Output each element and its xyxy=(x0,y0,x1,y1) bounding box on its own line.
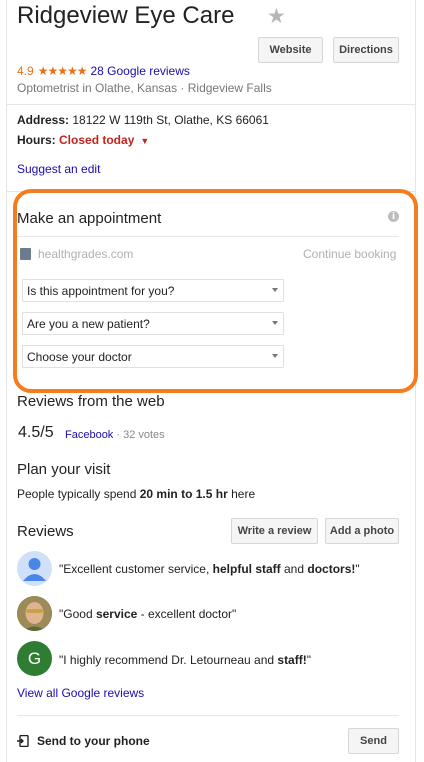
rating-stars-icon: ★★★★★ xyxy=(37,64,88,78)
address-label: Address: xyxy=(17,113,70,127)
rating-line: 4.9 ★★★★★ 28 Google reviews xyxy=(17,64,190,78)
web-reviews-heading: Reviews from the web xyxy=(17,393,165,410)
send-button[interactable]: Send xyxy=(348,728,399,754)
send-to-device-icon xyxy=(17,735,29,747)
caret-down-icon[interactable]: ▼ xyxy=(140,136,149,146)
web-review-score: 4.5/5 xyxy=(18,424,54,441)
business-category: Optometrist in Olathe, Kansas · Ridgevie… xyxy=(17,81,272,95)
hours-status[interactable]: Closed today xyxy=(59,133,134,147)
reviews-heading: Reviews xyxy=(17,523,74,540)
vote-count: · 32 votes xyxy=(113,429,165,441)
add-photo-button[interactable]: Add a photo xyxy=(325,518,399,544)
hours-label: Hours: xyxy=(17,133,56,147)
plan-visit-heading: Plan your visit xyxy=(17,461,111,478)
send-to-phone[interactable]: Send to your phone xyxy=(17,734,150,748)
web-review-source: Facebook · 32 votes xyxy=(65,429,165,441)
highlight-annotation xyxy=(13,189,418,393)
avatar xyxy=(17,596,52,631)
star-icon[interactable]: ★ xyxy=(267,4,286,29)
rating-value: 4.9 xyxy=(17,64,34,78)
avatar: G xyxy=(17,641,52,676)
view-all-reviews-link[interactable]: View all Google reviews xyxy=(17,686,144,700)
directions-button[interactable]: Directions xyxy=(333,37,399,63)
hours-line: Hours: Closed today ▼ xyxy=(17,133,149,147)
website-button[interactable]: Website xyxy=(258,37,323,63)
review-snippet: "Good service - excellent doctor" xyxy=(59,607,237,621)
avatar xyxy=(17,551,52,586)
user-photo-icon xyxy=(17,596,52,631)
divider xyxy=(17,715,399,716)
typical-time-spent: People typically spend 20 min to 1.5 hr … xyxy=(17,487,256,501)
write-review-button[interactable]: Write a review xyxy=(231,518,318,544)
review-snippet: "I highly recommend Dr. Letourneau and s… xyxy=(59,653,311,667)
review-snippet: "Excellent customer service, helpful sta… xyxy=(59,562,360,576)
business-title: Ridgeview Eye Care xyxy=(17,2,235,29)
divider xyxy=(6,104,416,105)
address-value[interactable]: 18122 W 119th St, Olathe, KS 66061 xyxy=(72,113,269,127)
facebook-link[interactable]: Facebook xyxy=(65,429,113,441)
google-reviews-link[interactable]: 28 Google reviews xyxy=(90,64,189,78)
address-line: Address: 18122 W 119th St, Olathe, KS 66… xyxy=(17,113,269,127)
send-to-phone-label: Send to your phone xyxy=(37,734,150,748)
suggest-edit-link[interactable]: Suggest an edit xyxy=(17,162,100,176)
person-icon xyxy=(23,558,46,581)
